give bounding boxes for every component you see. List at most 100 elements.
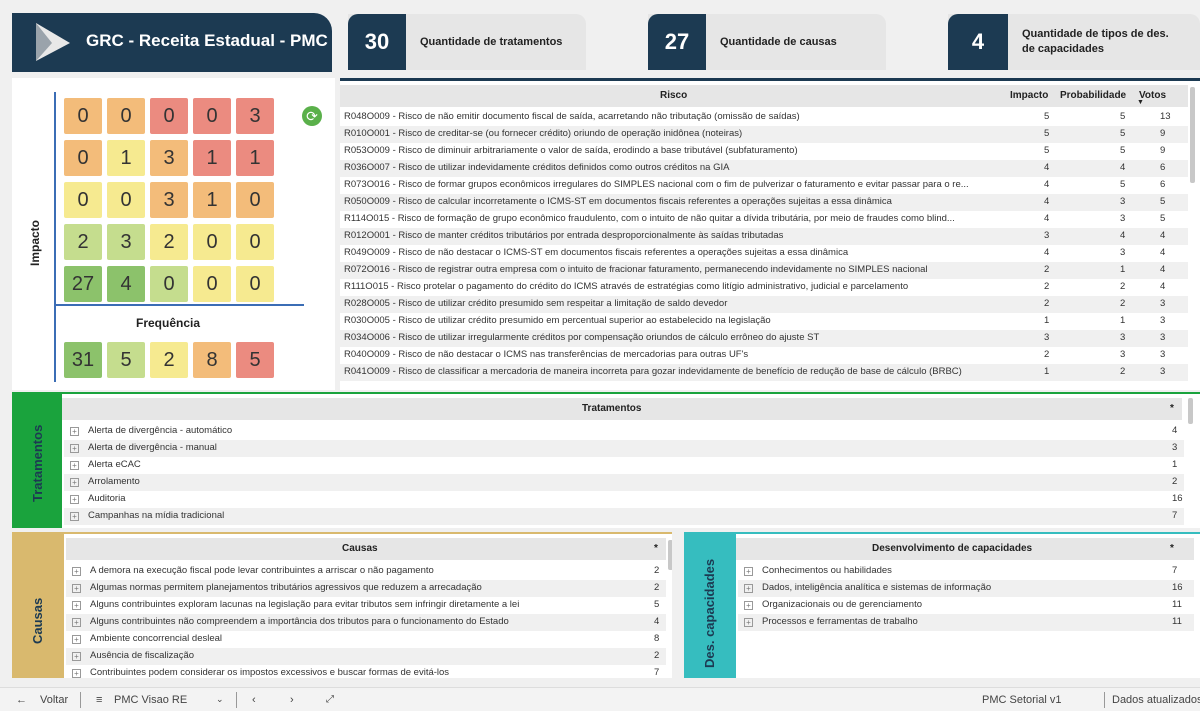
expand-icon[interactable]: + (72, 618, 81, 627)
heatmap-cell[interactable]: 0 (193, 98, 231, 134)
table-row[interactable]: R041O009 - Risco de classificar a mercad… (340, 364, 1188, 381)
list-item[interactable]: + Dados, inteligência analítica e sistema… (738, 580, 1194, 597)
list-item[interactable]: + Alerta de divergência - manual 3 (64, 440, 1184, 457)
table-row[interactable]: R053O009 - Risco de diminuir arbitrariam… (340, 143, 1188, 160)
table-row[interactable]: R010O001 - Risco de creditar-se (ou forn… (340, 126, 1188, 143)
expand-icon[interactable]: ⤢ (326, 694, 334, 705)
expand-icon[interactable]: + (744, 584, 753, 593)
list-item[interactable]: + Ausência de fiscalização 2 (66, 648, 666, 665)
causas-scrollbar[interactable] (668, 540, 672, 570)
table-row[interactable]: R028O005 - Risco de utilizar crédito pre… (340, 296, 1188, 313)
heatmap-total-cell[interactable]: 8 (193, 342, 231, 378)
list-item[interactable]: + Alerta eCAC 1 (64, 457, 1184, 474)
expand-icon[interactable]: + (70, 495, 79, 504)
heatmap-cell[interactable]: 2 (150, 224, 188, 260)
page-selector[interactable]: PMC Visao RE (114, 694, 187, 706)
col-impacto[interactable]: Impacto (1010, 90, 1048, 101)
list-item[interactable]: + Arrolamento 2 (64, 474, 1184, 491)
heatmap-cell[interactable]: 1 (107, 140, 145, 176)
heatmap-total-cell[interactable]: 2 (150, 342, 188, 378)
back-arrow-icon[interactable]: ← (16, 694, 27, 706)
tratamentos-col[interactable]: * (1170, 403, 1174, 414)
heatmap-cell[interactable]: 2 (64, 224, 102, 260)
heatmap-cell[interactable]: 0 (64, 140, 102, 176)
expand-icon[interactable]: + (744, 601, 753, 610)
table-row[interactable]: R034O006 - Risco de utilizar irregularme… (340, 330, 1188, 347)
expand-icon[interactable]: + (72, 567, 81, 576)
heatmap-cell[interactable]: 0 (236, 224, 274, 260)
expand-icon[interactable]: + (744, 567, 753, 576)
pages-icon[interactable]: ≡ (96, 694, 102, 706)
table-row[interactable]: R048O009 - Risco de não emitir documento… (340, 109, 1188, 126)
heatmap-cell[interactable]: 3 (236, 98, 274, 134)
table-row[interactable]: R111O015 - Risco protelar o pagamento do… (340, 279, 1188, 296)
capacidades-header-label[interactable]: Desenvolvimento de capacidades (872, 543, 1032, 554)
heatmap-cell[interactable]: 0 (64, 98, 102, 134)
col-probabilidade[interactable]: Probabilidade (1060, 90, 1126, 101)
list-item[interactable]: + Contribuintes podem considerar os impos… (66, 665, 666, 678)
heatmap-cell[interactable]: 0 (150, 266, 188, 302)
list-item[interactable]: + Campanhas na mídia tradicional 7 (64, 508, 1184, 525)
table-row[interactable]: R072O016 - Risco de registrar outra empr… (340, 262, 1188, 279)
table-row[interactable]: R030O005 - Risco de utilizar crédito pre… (340, 313, 1188, 330)
heatmap-cell[interactable]: 0 (236, 266, 274, 302)
tratamentos-scrollbar[interactable] (1188, 398, 1193, 424)
heatmap-cell[interactable]: 3 (150, 140, 188, 176)
list-item[interactable]: + Organizacionais ou de gerenciamento 11 (738, 597, 1194, 614)
list-item[interactable]: + Algumas normas permitem planejamentos t… (66, 580, 666, 597)
list-item[interactable]: + Alerta de divergência - automático 4 (64, 423, 1184, 440)
heatmap-cell[interactable]: 0 (236, 182, 274, 218)
heatmap-cell[interactable]: 0 (193, 224, 231, 260)
col-risco[interactable]: Risco (660, 90, 687, 101)
table-row[interactable]: R012O001 - Risco de manter créditos trib… (340, 228, 1188, 245)
list-item[interactable]: + Ambiente concorrencial desleal 8 (66, 631, 666, 648)
next-page-icon[interactable]: › (290, 694, 294, 706)
table-row[interactable]: R050O009 - Risco de calcular incorretame… (340, 194, 1188, 211)
heatmap-cell[interactable]: 3 (150, 182, 188, 218)
table-row[interactable]: R040O009 - Risco de não destacar o ICMS … (340, 347, 1188, 364)
heatmap-cell[interactable]: 0 (107, 182, 145, 218)
table-row[interactable]: R114O015 - Risco de formação de grupo ec… (340, 211, 1188, 228)
list-item[interactable]: + Processos e ferramentas de trabalho 11 (738, 614, 1194, 631)
expand-icon[interactable]: + (72, 635, 81, 644)
heatmap-cell[interactable]: 3 (107, 224, 145, 260)
expand-icon[interactable]: + (70, 427, 79, 436)
expand-icon[interactable]: + (72, 669, 81, 678)
table-row[interactable]: R049O009 - Risco de não destacar o ICMS-… (340, 245, 1188, 262)
list-item[interactable]: + Alguns contribuintes não compreendem a … (66, 614, 666, 631)
heatmap-cell[interactable]: 0 (193, 266, 231, 302)
list-item[interactable]: + Conhecimentos ou habilidades 7 (738, 563, 1194, 580)
heatmap-cell[interactable]: 27 (64, 266, 102, 302)
expand-icon[interactable]: + (70, 461, 79, 470)
expand-icon[interactable]: + (72, 652, 81, 661)
tratamentos-header-label[interactable]: Tratamentos (582, 403, 641, 414)
back-button[interactable]: Voltar (40, 694, 68, 706)
prev-page-icon[interactable]: ‹ (252, 694, 256, 706)
heatmap-total-cell[interactable]: 5 (236, 342, 274, 378)
causas-header-label[interactable]: Causas (342, 543, 378, 554)
expand-icon[interactable]: + (72, 601, 81, 610)
list-item[interactable]: + Auditoria 16 (64, 491, 1184, 508)
expand-icon[interactable]: + (72, 584, 81, 593)
causas-col[interactable]: * (654, 543, 658, 554)
heatmap-cell[interactable]: 0 (107, 98, 145, 134)
table-row[interactable]: R073O016 - Risco de formar grupos econôm… (340, 177, 1188, 194)
heatmap-cell[interactable]: 1 (193, 182, 231, 218)
capacidades-col[interactable]: * (1170, 543, 1174, 554)
heatmap-cell[interactable]: 0 (64, 182, 102, 218)
table-row[interactable]: R036O007 - Risco de utilizar indevidamen… (340, 160, 1188, 177)
list-item[interactable]: + Alguns contribuintes exploram lacunas n… (66, 597, 666, 614)
heatmap-cell[interactable]: 0 (150, 98, 188, 134)
expand-icon[interactable]: + (70, 512, 79, 521)
list-item[interactable]: + A demora na execução fiscal pode levar … (66, 563, 666, 580)
expand-icon[interactable]: + (70, 444, 79, 453)
risk-scrollbar[interactable] (1190, 87, 1195, 183)
expand-icon[interactable]: + (70, 478, 79, 487)
expand-icon[interactable]: + (744, 618, 753, 627)
heatmap-cell[interactable]: 1 (236, 140, 274, 176)
heatmap-total-cell[interactable]: 5 (107, 342, 145, 378)
heatmap-total-cell[interactable]: 31 (64, 342, 102, 378)
heatmap-cell[interactable]: 4 (107, 266, 145, 302)
chevron-down-icon[interactable]: ⌄ (216, 694, 224, 705)
refresh-icon[interactable]: ⟳ (302, 106, 322, 126)
